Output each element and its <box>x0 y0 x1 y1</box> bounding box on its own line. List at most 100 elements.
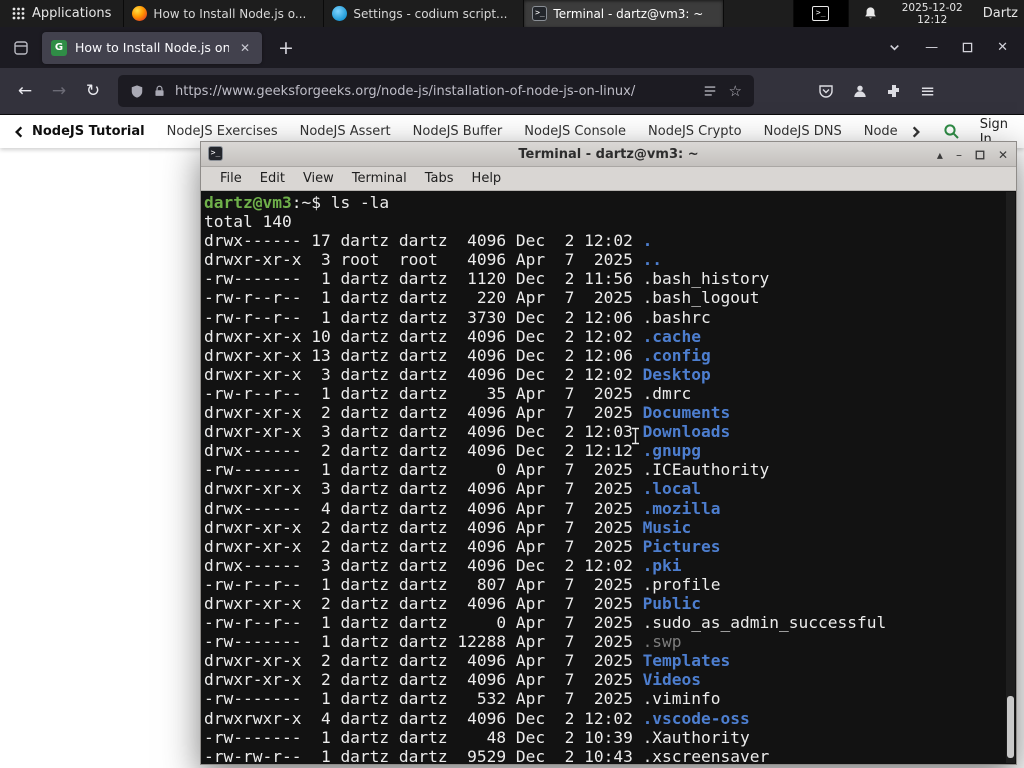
menu-help[interactable]: Help <box>463 171 511 186</box>
new-tab-button[interactable]: + <box>270 33 302 63</box>
terminal-line: -rw------- 1 dartz dartz 532 Apr 7 2025 … <box>204 689 721 709</box>
window-button-label: Terminal - dartz@vm3: ~ <box>553 6 704 21</box>
nav-link-exercises[interactable]: NodeJS Exercises <box>156 124 289 139</box>
url-bar[interactable]: https://www.geeksforgeeks.org/node-js/in… <box>118 75 754 107</box>
terminal-line: -rw-r--r-- 1 dartz dartz 3730 Dec 2 12:0… <box>204 307 711 327</box>
nav-link-console[interactable]: NodeJS Console <box>513 124 637 139</box>
bookmark-star-icon[interactable]: ☆ <box>729 82 742 100</box>
pocket-icon[interactable] <box>818 83 834 99</box>
tray-terminal-icon: >_ <box>812 6 830 21</box>
terminal-line: drwxr-xr-x 2 dartz dartz 4096 Apr 7 2025… <box>204 536 721 556</box>
firefox-view-button[interactable] <box>8 35 34 61</box>
nav-link-tutorial[interactable]: NodeJS Tutorial <box>26 124 156 139</box>
clock-date: 2025-12-02 <box>901 1 963 14</box>
close-button[interactable]: ✕ <box>997 40 1008 55</box>
nav-scroll-right-icon[interactable] <box>909 125 923 139</box>
terminal-close-button[interactable]: ✕ <box>998 149 1008 161</box>
notifications-button[interactable] <box>849 6 892 21</box>
terminal-maximize-button[interactable] <box>975 150 985 160</box>
terminal-line: drwxrwxr-x 4 dartz dartz 4096 Dec 2 12:0… <box>204 708 750 728</box>
terminal-line: drwxr-xr-x 3 dartz dartz 4096 Dec 2 12:0… <box>204 364 711 384</box>
terminal-line: drwx------ 17 dartz dartz 4096 Dec 2 12:… <box>204 231 653 251</box>
terminal-line: drwxr-xr-x 10 dartz dartz 4096 Dec 2 12:… <box>204 326 702 346</box>
maximize-button[interactable] <box>962 42 973 53</box>
terminal-scrollbar-thumb[interactable] <box>1007 696 1014 758</box>
tab-close-button[interactable]: ✕ <box>237 39 253 57</box>
terminal-window: >_ Terminal - dartz@vm3: ~ ▴ – ✕ File Ed… <box>200 141 1017 765</box>
menu-terminal[interactable]: Terminal <box>343 171 416 186</box>
desktop: Applications How to Install Node.js o...… <box>0 0 1024 768</box>
navigation-toolbar: ← → ↻ https://www.geeksforgeeks.org/node… <box>0 68 1024 115</box>
terminal-line: drwxr-xr-x 2 dartz dartz 4096 Apr 7 2025… <box>204 403 731 423</box>
terminal-line: drwxr-xr-x 2 dartz dartz 4096 Apr 7 2025… <box>204 593 702 613</box>
back-button[interactable]: ← <box>10 76 40 106</box>
terminal-line: -rw------- 1 dartz dartz 0 Apr 7 2025 .I… <box>204 460 770 480</box>
terminal-line: -rw-r--r-- 1 dartz dartz 0 Apr 7 2025 .s… <box>204 613 887 633</box>
tray-area[interactable]: >_ <box>792 0 849 27</box>
terminal-line: -rw-r--r-- 1 dartz dartz 220 Apr 7 2025 … <box>204 288 760 308</box>
extensions-icon[interactable] <box>886 83 902 99</box>
window-button-firefox[interactable]: How to Install Node.js o... <box>124 0 325 27</box>
url-text: https://www.geeksforgeeks.org/node-js/in… <box>175 83 636 99</box>
terminal-line: -rw-rw-r-- 1 dartz dartz 9529 Dec 2 10:4… <box>204 746 770 764</box>
terminal-window-title: Terminal - dartz@vm3: ~ <box>518 146 699 162</box>
terminal-shade-button[interactable]: ▴ <box>937 149 943 161</box>
terminal-scrollbar[interactable] <box>1006 192 1015 763</box>
nav-link-more[interactable]: Node <box>853 124 909 139</box>
account-icon[interactable] <box>852 83 868 99</box>
forward-button[interactable]: → <box>44 76 74 106</box>
nav-link-crypto[interactable]: NodeJS Crypto <box>637 124 753 139</box>
lock-icon[interactable] <box>153 84 166 98</box>
tracking-shield-icon[interactable] <box>130 84 144 99</box>
menu-icon[interactable]: ≡ <box>920 81 935 102</box>
terminal-line: drwxr-xr-x 3 dartz dartz 4096 Apr 7 2025… <box>204 479 702 499</box>
terminal-window-icon: >_ <box>208 146 223 161</box>
nav-link-buffer[interactable]: NodeJS Buffer <box>402 124 514 139</box>
codium-icon <box>332 6 348 21</box>
nav-link-dns[interactable]: NodeJS DNS <box>753 124 853 139</box>
menu-edit[interactable]: Edit <box>251 171 294 186</box>
window-controls: — ✕ <box>888 40 1016 55</box>
terminal-line: -rw------- 1 dartz dartz 48 Dec 2 10:39 … <box>204 727 750 747</box>
applications-label: Applications <box>32 6 112 21</box>
nav-link-assert[interactable]: NodeJS Assert <box>289 124 402 139</box>
site-search-icon[interactable] <box>943 123 960 140</box>
terminal-line: -rw------- 1 dartz dartz 12288 Apr 7 202… <box>204 632 682 652</box>
terminal-line: dartz@vm3:~$ ls -la <box>204 193 390 212</box>
reader-mode-icon[interactable] <box>703 84 717 98</box>
browser-tab[interactable]: G How to Install Node.js on ✕ <box>42 31 262 64</box>
terminal-line: -rw-r--r-- 1 dartz dartz 35 Apr 7 2025 .… <box>204 383 692 403</box>
toolbar-right: ≡ <box>818 81 943 102</box>
tab-title: How to Install Node.js on <box>75 40 229 55</box>
terminal-titlebar[interactable]: >_ Terminal - dartz@vm3: ~ ▴ – ✕ <box>201 142 1016 167</box>
list-tabs-chevron-icon[interactable] <box>888 41 901 54</box>
terminal-menubar: File Edit View Terminal Tabs Help <box>201 167 1016 191</box>
applications-grid-icon <box>12 7 25 20</box>
terminal-output[interactable]: dartz@vm3:~$ ls -la total 140 drwx------ 1… <box>201 191 1016 764</box>
urlbar-actions: ☆ <box>703 82 742 100</box>
menu-tabs[interactable]: Tabs <box>416 171 463 186</box>
terminal-icon: >_ <box>532 6 548 21</box>
menu-file[interactable]: File <box>211 171 251 186</box>
terminal-window-controls: ▴ – ✕ <box>937 142 1008 167</box>
terminal-minimize-button[interactable]: – <box>956 149 962 161</box>
window-button-label: How to Install Node.js o... <box>153 6 307 21</box>
bell-icon <box>863 6 878 21</box>
top-panel: Applications How to Install Node.js o...… <box>0 0 1024 27</box>
terminal-line: drwx------ 4 dartz dartz 4096 Apr 7 2025… <box>204 498 721 518</box>
terminal-line: drwx------ 3 dartz dartz 4096 Dec 2 12:0… <box>204 555 682 575</box>
user-menu[interactable]: Dartz <box>973 6 1024 21</box>
terminal-line: drwx------ 2 dartz dartz 4096 Dec 2 12:1… <box>204 441 702 461</box>
terminal-line: total 140 <box>204 212 292 232</box>
reload-button[interactable]: ↻ <box>78 76 108 106</box>
window-button-terminal[interactable]: >_ Terminal - dartz@vm3: ~ <box>524 0 725 27</box>
window-button-codium[interactable]: Settings - codium script... <box>324 0 525 27</box>
menu-view[interactable]: View <box>294 171 343 186</box>
terminal-line: drwxr-xr-x 2 dartz dartz 4096 Apr 7 2025… <box>204 670 702 690</box>
nav-scroll-left-icon[interactable] <box>12 125 26 139</box>
terminal-line: drwxr-xr-x 2 dartz dartz 4096 Apr 7 2025… <box>204 651 731 671</box>
minimize-button[interactable]: — <box>925 40 938 55</box>
applications-menu[interactable]: Applications <box>0 0 125 27</box>
terminal-line: drwxr-xr-x 3 root root 4096 Apr 7 2025 .… <box>204 250 663 270</box>
panel-clock[interactable]: 2025-12-02 12:12 <box>892 2 973 26</box>
